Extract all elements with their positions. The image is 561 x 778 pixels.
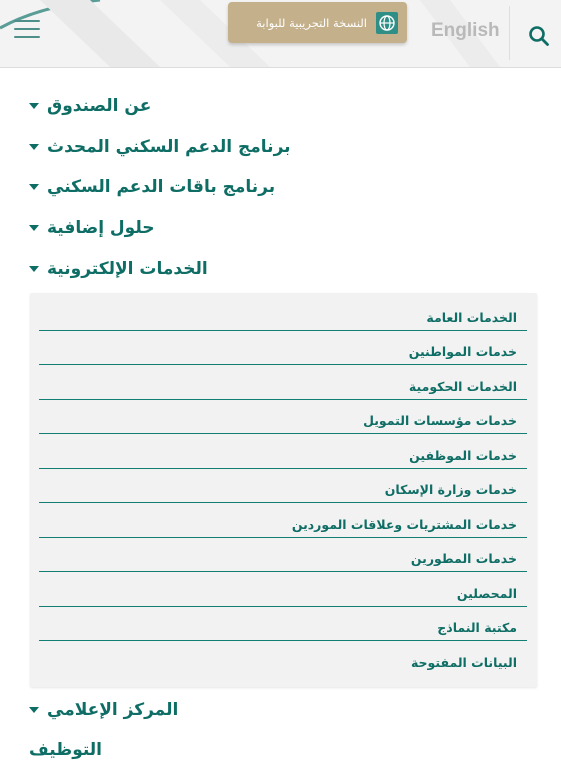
submenu-item[interactable]: خدمات مؤسسات التمويل — [39, 400, 527, 434]
menu-item-updated-housing-support[interactable]: برنامج الدعم السكني المحدث — [29, 133, 291, 161]
beta-portal-label: النسخة التجريبية للبوابة — [256, 15, 367, 30]
caret-down-icon — [29, 266, 39, 272]
caret-down-icon — [29, 225, 39, 231]
eservices-submenu: الخدمات العامة خدمات المواطنين الخدمات ا… — [30, 293, 537, 687]
globe-icon — [376, 11, 398, 34]
menu-item-label: عن الصندوق — [47, 96, 152, 116]
submenu-item[interactable]: خدمات المواطنين — [39, 331, 527, 365]
menu-item-label: الخدمات الإلكترونية — [47, 259, 208, 279]
menu-item-about-fund[interactable]: عن الصندوق — [29, 92, 151, 120]
submenu-item[interactable]: خدمات المشتريات وعلاقات الموردين — [39, 504, 527, 538]
menu-item-media-center[interactable]: المركز الإعلامي — [29, 696, 178, 724]
menu-item-additional-solutions[interactable]: حلول إضافية — [29, 214, 155, 242]
caret-down-icon — [29, 103, 39, 109]
submenu-item[interactable]: الخدمات العامة — [39, 297, 527, 331]
hamburger-menu-icon[interactable] — [14, 20, 40, 42]
submenu-item[interactable]: الخدمات الحكومية — [39, 366, 527, 400]
menu-item-label: المركز الإعلامي — [47, 700, 179, 720]
menu-item-label: حلول إضافية — [47, 218, 155, 238]
search-icon[interactable] — [528, 25, 550, 47]
menu-item-eservices[interactable]: الخدمات الإلكترونية — [29, 255, 208, 283]
top-header: النسخة التجريبية للبوابة English — [0, 0, 561, 68]
submenu-item[interactable]: المحصلين — [39, 573, 527, 607]
caret-down-icon — [29, 184, 39, 190]
caret-down-icon — [29, 707, 39, 713]
menu-item-housing-support-packages[interactable]: برنامج باقات الدعم السكني — [29, 173, 275, 201]
submenu-item[interactable]: خدمات الموظفين — [39, 435, 527, 469]
submenu-item[interactable]: خدمات وزارة الإسكان — [39, 469, 527, 503]
menu-item-label: التوظيف — [29, 740, 103, 760]
menu-item-careers[interactable]: التوظيف — [29, 736, 102, 764]
menu-item-label: برنامج باقات الدعم السكني — [47, 177, 276, 197]
submenu-item[interactable]: البيانات المفتوحة — [39, 642, 527, 676]
menu-item-label: برنامج الدعم السكني المحدث — [47, 137, 291, 157]
submenu-item[interactable]: خدمات المطورين — [39, 538, 527, 572]
caret-down-icon — [29, 144, 39, 150]
beta-portal-button[interactable]: النسخة التجريبية للبوابة — [228, 2, 407, 43]
submenu-item[interactable]: مكتبة النماذج — [39, 607, 527, 641]
header-divider — [509, 6, 510, 60]
language-switch-link[interactable]: English — [431, 20, 500, 42]
